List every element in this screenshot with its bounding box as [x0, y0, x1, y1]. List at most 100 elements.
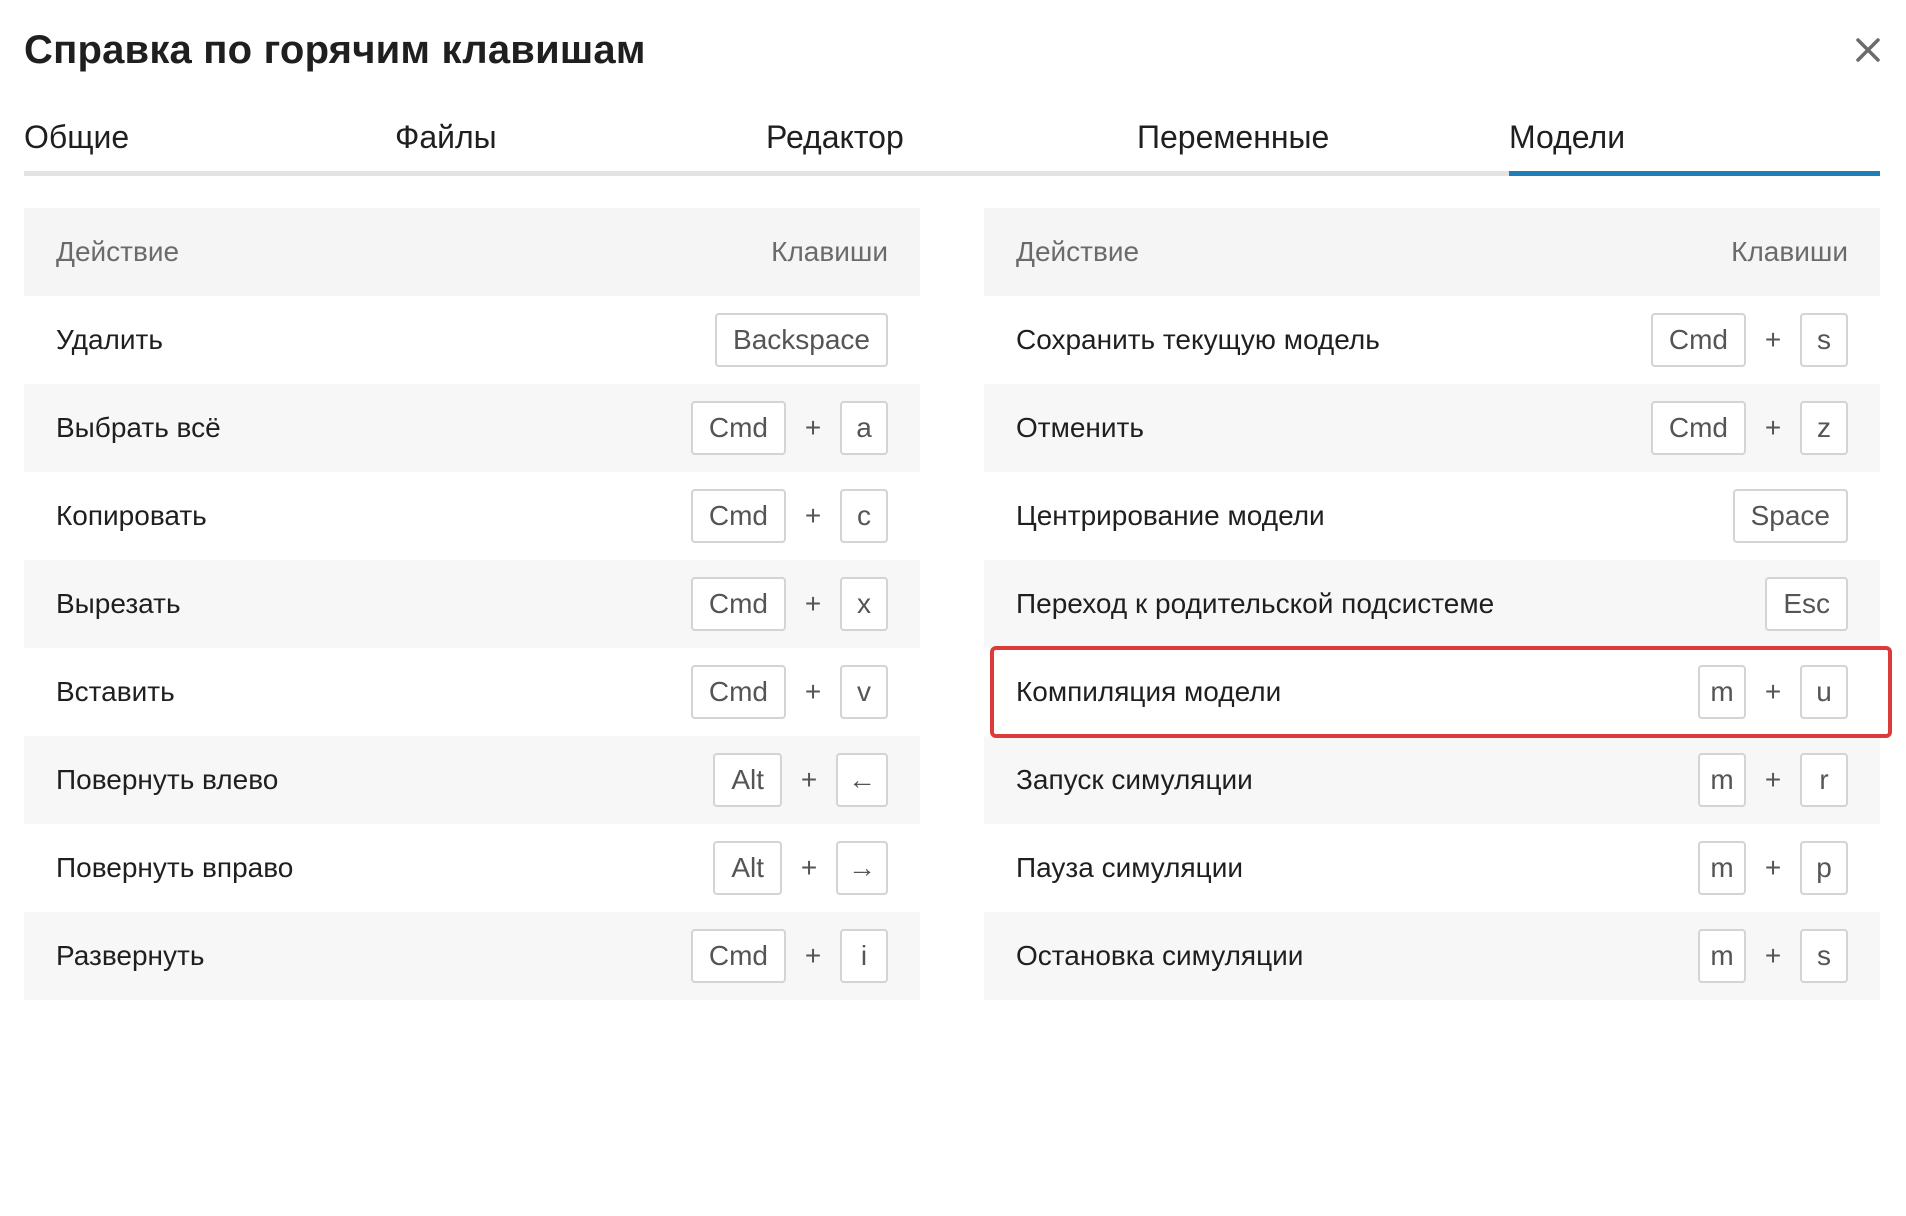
- table-header: Действие Клавиши: [984, 208, 1880, 296]
- key-cap: ←: [836, 753, 888, 807]
- shortcut-keys: Cmd + x: [690, 577, 888, 631]
- table-row: Развернуть Cmd + i: [24, 912, 920, 1000]
- key-cap: →: [836, 841, 888, 895]
- shortcut-keys: m + s: [1698, 929, 1848, 983]
- key-cap: c: [840, 489, 888, 543]
- key-cap: x: [840, 577, 888, 631]
- key-cap: m: [1698, 841, 1746, 895]
- table-row: Компиляция модели m + u: [984, 648, 1880, 736]
- key-separator: +: [1764, 324, 1782, 355]
- shortcut-action: Выбрать всё: [56, 412, 221, 443]
- shortcut-action: Повернуть влево: [56, 764, 279, 795]
- key-separator: +: [804, 588, 822, 619]
- table-row: Переход к родительской подсистеме Esc: [984, 560, 1880, 648]
- close-button[interactable]: [1848, 30, 1888, 70]
- shortcut-keys: m + p: [1698, 841, 1848, 895]
- shortcut-action: Копировать: [56, 500, 207, 531]
- key-cap: Esc: [1765, 577, 1848, 631]
- tab-models[interactable]: Модели: [1509, 112, 1880, 176]
- column-header-action: Действие: [56, 236, 180, 267]
- shortcut-action: Удалить: [56, 324, 163, 355]
- shortcut-action: Остановка симуляции: [1016, 940, 1304, 971]
- key-cap: Cmd: [1650, 313, 1746, 367]
- shortcut-keys: Cmd + c: [690, 489, 888, 543]
- close-icon: [1856, 38, 1880, 62]
- key-cap: s: [1800, 929, 1848, 983]
- key-cap: a: [840, 401, 888, 455]
- key-cap: Cmd: [1650, 401, 1746, 455]
- table-row: Удалить Backspace: [24, 296, 920, 384]
- shortcuts-table-left: Действие Клавиши Удалить Backspace Выбрать…: [24, 208, 920, 1000]
- shortcut-action: Повернуть вправо: [56, 852, 294, 883]
- key-cap: v: [840, 665, 888, 719]
- table-row: Запуск симуляции m + r: [984, 736, 1880, 824]
- tab-files[interactable]: Файлы: [395, 112, 766, 176]
- shortcut-action: Вставить: [56, 676, 175, 707]
- key-cap: Cmd: [690, 665, 786, 719]
- table-row: Вставить Cmd + v: [24, 648, 920, 736]
- key-separator: +: [804, 412, 822, 443]
- shortcut-keys: Cmd + z: [1650, 401, 1848, 455]
- table-header: Действие Клавиши: [24, 208, 920, 296]
- shortcut-keys: Space: [1732, 489, 1848, 543]
- tab-general[interactable]: Общие: [24, 112, 395, 176]
- tab-editor[interactable]: Редактор: [766, 112, 1137, 176]
- shortcut-action: Пауза симуляции: [1016, 852, 1243, 883]
- key-cap: Cmd: [690, 489, 786, 543]
- key-separator: +: [1764, 412, 1782, 443]
- hotkeys-dialog: Справка по горячим клавишам Общие Файлы …: [0, 0, 1906, 1216]
- shortcuts-table-right: Действие Клавиши Сохранить текущую модел…: [984, 208, 1880, 1000]
- shortcut-action: Запуск симуляции: [1016, 764, 1253, 795]
- key-separator: +: [804, 500, 822, 531]
- shortcut-keys: Alt + ←: [713, 753, 888, 807]
- key-cap: m: [1698, 753, 1746, 807]
- table-row: Сохранить текущую модель Cmd + s: [984, 296, 1880, 384]
- shortcut-keys: Alt + →: [713, 841, 888, 895]
- shortcut-action: Вырезать: [56, 588, 181, 619]
- tab-bar: Общие Файлы Редактор Переменные Модели: [24, 112, 1880, 176]
- key-separator: +: [804, 940, 822, 971]
- shortcut-keys: Cmd + a: [690, 401, 888, 455]
- table-row: Центрирование модели Space: [984, 472, 1880, 560]
- key-separator: +: [1764, 940, 1782, 971]
- key-separator: +: [800, 764, 818, 795]
- column-header-keys: Клавиши: [771, 236, 888, 267]
- key-cap: s: [1800, 313, 1848, 367]
- key-separator: +: [1764, 676, 1782, 707]
- shortcut-keys: m + r: [1698, 753, 1848, 807]
- tab-variables[interactable]: Переменные: [1137, 112, 1508, 176]
- table-row: Остановка симуляции m + s: [984, 912, 1880, 1000]
- shortcut-keys: Cmd + i: [690, 929, 888, 983]
- table-row: Повернуть влево Alt + ←: [24, 736, 920, 824]
- shortcut-keys: Backspace: [715, 313, 888, 367]
- key-cap: u: [1800, 665, 1848, 719]
- shortcut-action: Центрирование модели: [1016, 500, 1325, 531]
- shortcut-keys: Esc: [1765, 577, 1848, 631]
- key-separator: +: [1764, 852, 1782, 883]
- key-separator: +: [800, 852, 818, 883]
- key-cap: Cmd: [690, 401, 786, 455]
- table-row: Выбрать всё Cmd + a: [24, 384, 920, 472]
- table-row: Копировать Cmd + c: [24, 472, 920, 560]
- key-cap: m: [1698, 665, 1746, 719]
- shortcut-action: Отменить: [1016, 412, 1144, 443]
- shortcut-action: Переход к родительской подсистеме: [1016, 588, 1495, 619]
- column-header-keys: Клавиши: [1731, 236, 1848, 267]
- table-row: Пауза симуляции m + p: [984, 824, 1880, 912]
- key-cap: Alt: [713, 753, 782, 807]
- key-cap: i: [840, 929, 888, 983]
- key-cap: Alt: [713, 841, 782, 895]
- key-cap: z: [1800, 401, 1848, 455]
- key-cap: m: [1698, 929, 1746, 983]
- table-row: Повернуть вправо Alt + →: [24, 824, 920, 912]
- key-cap: Backspace: [715, 313, 888, 367]
- key-cap: Space: [1732, 489, 1848, 543]
- shortcut-keys: m + u: [1698, 665, 1848, 719]
- table-row: Вырезать Cmd + x: [24, 560, 920, 648]
- column-header-action: Действие: [1016, 236, 1140, 267]
- shortcut-action: Развернуть: [56, 940, 205, 971]
- shortcut-action: Компиляция модели: [1016, 676, 1282, 707]
- key-separator: +: [1764, 764, 1782, 795]
- key-cap: r: [1800, 753, 1848, 807]
- table-row: Отменить Cmd + z: [984, 384, 1880, 472]
